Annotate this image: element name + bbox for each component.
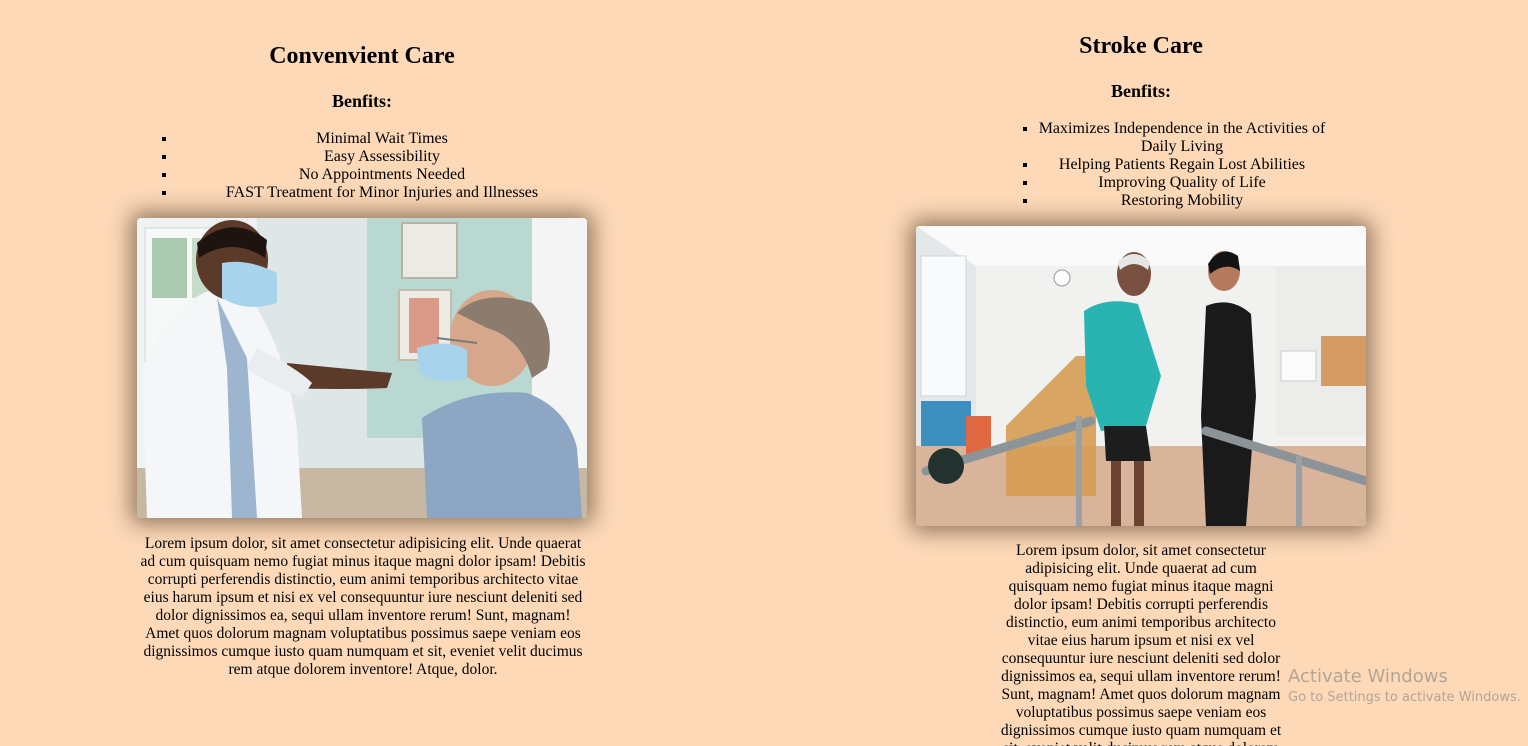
benefit-item: Maximizes Independence in the Activities…	[1038, 120, 1326, 156]
page: Convenvient Care Benfits: Minimal Wait T…	[0, 0, 1528, 746]
watermark-title: Activate Windows	[1288, 666, 1448, 687]
benefit-item: No Appointments Needed	[177, 166, 587, 184]
benefit-item: Minimal Wait Times	[177, 130, 587, 148]
stroke-rehab-photo	[916, 226, 1366, 526]
watermark-subtitle: Go to Settings to activate Windows.	[1288, 690, 1521, 705]
benefits-heading: Benfits:	[1111, 81, 1171, 101]
benefit-item: Helping Patients Regain Lost Abilities	[1038, 156, 1326, 174]
card-title: Stroke Care	[1079, 33, 1203, 59]
card-description: Lorem ipsum dolor, sit amet consectetur …	[1000, 542, 1282, 746]
card-title: Convenvient Care	[269, 43, 455, 69]
benefit-item: FAST Treatment for Minor Injuries and Il…	[177, 184, 587, 202]
benefits-list: Maximizes Independence in the Activities…	[998, 120, 1326, 210]
benefit-item: Improving Quality of Life	[1038, 174, 1326, 192]
benefit-item: Easy Assessibility	[177, 148, 587, 166]
benefit-item: Restoring Mobility	[1038, 192, 1326, 210]
activate-windows-watermark: Activate Windows Go to Settings to activ…	[1288, 666, 1521, 708]
benefits-list: Minimal Wait Times Easy Assessibility No…	[137, 130, 587, 202]
benefits-heading: Benfits:	[332, 91, 392, 111]
card-description: Lorem ipsum dolor, sit amet consectetur …	[140, 535, 586, 678]
doctor-patient-photo	[137, 218, 587, 518]
